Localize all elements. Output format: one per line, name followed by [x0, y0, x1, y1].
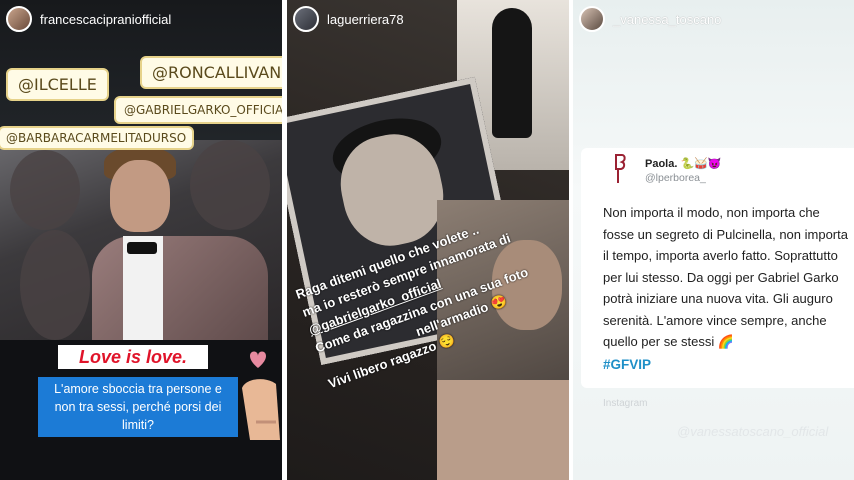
- love-banner: Love is love.: [58, 345, 208, 369]
- profile-logo-icon: [615, 154, 626, 183]
- mention-tag[interactable]: @GABRIELGARKO_OFFICIAL: [114, 96, 282, 124]
- tweet-author-handle[interactable]: @lperborea_: [645, 172, 706, 184]
- username[interactable]: _vanessa_toscano: [613, 12, 721, 27]
- crowd-figure: [190, 140, 270, 230]
- tweet-body: Non importa il modo, non importa che fos…: [603, 205, 848, 349]
- story-header: francescacipraniofficial: [6, 6, 171, 32]
- crowd-figure: [10, 150, 80, 230]
- love-banner-title: Love is love.: [78, 346, 188, 367]
- mention-tag[interactable]: @BARBARACARMELITADURSO: [0, 126, 195, 150]
- mention-tag[interactable]: @ILCELLE: [6, 68, 109, 101]
- avatar[interactable]: [293, 6, 319, 32]
- story-panel-laguerriera[interactable]: laguerriera78 Raga ditemi quello che vol…: [287, 0, 569, 480]
- story-panel-vanessa[interactable]: _vanessa_toscano Paola. 🐍🥁😈 @lperborea_ …: [573, 0, 854, 480]
- tweet-author-name[interactable]: Paola. 🐍🥁😈: [645, 157, 722, 170]
- tweet-footer: Instagram: [603, 398, 648, 409]
- username[interactable]: laguerriera78: [327, 12, 404, 27]
- bowtie: [127, 242, 157, 254]
- username[interactable]: francescacipraniofficial: [40, 12, 171, 27]
- avatar[interactable]: [6, 6, 32, 32]
- tattooed-torso: [437, 380, 569, 480]
- face: [110, 160, 170, 232]
- story-header: _vanessa_toscano: [579, 6, 721, 32]
- crowd-figure: [20, 230, 90, 340]
- story-panel-francesca[interactable]: francescacipraniofficial @ILCELLE @RONCA…: [0, 0, 282, 480]
- watermark: @vanessatoscano_official: [677, 424, 829, 439]
- hand-heart-sticker-icon: [242, 351, 280, 440]
- kicking-figure: [492, 8, 532, 138]
- jacket: [92, 236, 268, 346]
- mention-tag[interactable]: @RONCALLIVAN: [140, 56, 282, 89]
- tweet-hashtag[interactable]: #GFVIP: [603, 357, 651, 372]
- story-header: laguerriera78: [293, 6, 404, 32]
- avatar[interactable]: [579, 6, 605, 32]
- caption-box: L'amore sboccia tra persone e non tra se…: [38, 377, 238, 437]
